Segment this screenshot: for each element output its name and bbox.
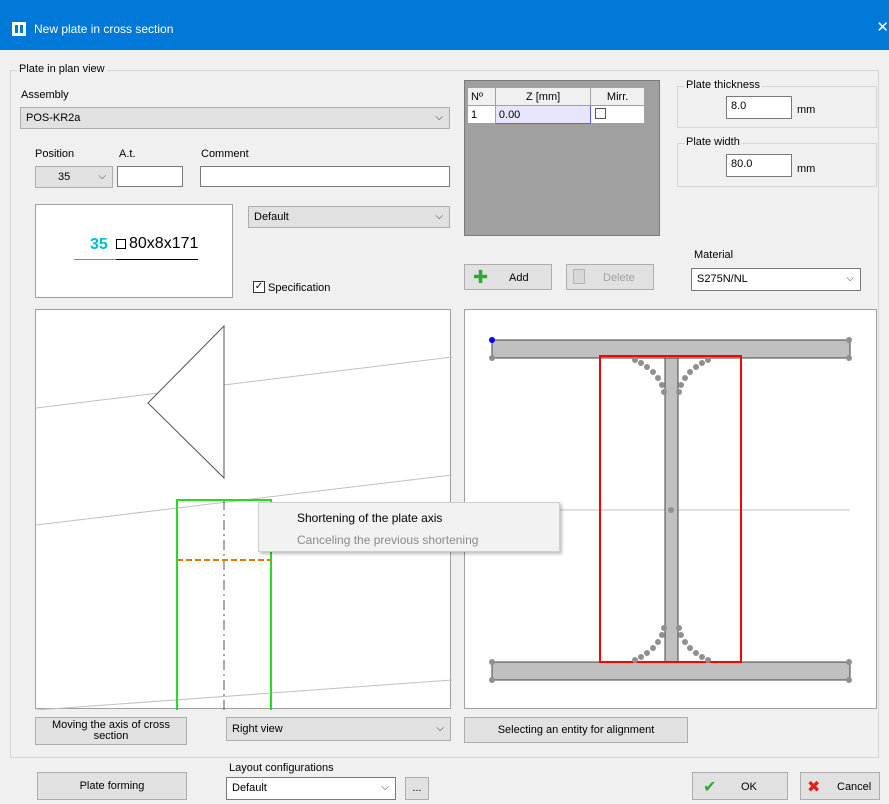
window-title: New plate in cross section bbox=[34, 22, 174, 36]
style-value: Default bbox=[254, 211, 289, 223]
plate-width-legend: Plate width bbox=[684, 136, 742, 148]
chevron-down-icon: ⌵ bbox=[846, 273, 854, 284]
plate-thickness-input[interactable]: 8.0 bbox=[726, 96, 792, 119]
layout-configurations-label: Layout configurations bbox=[229, 762, 334, 774]
checkmark-icon: ✔ bbox=[703, 779, 717, 796]
plate-thickness-legend: Plate thickness bbox=[684, 79, 762, 91]
at-label: A.t. bbox=[119, 148, 136, 160]
view-combo[interactable]: Right view ⌵ bbox=[226, 717, 451, 741]
z-row-number: 1 bbox=[467, 105, 496, 124]
origin-point bbox=[489, 337, 495, 343]
cancel-button-label: Cancel bbox=[837, 781, 872, 793]
title-bar: New plate in cross section ✕ bbox=[0, 0, 889, 50]
style-combo[interactable]: Default ⌵ bbox=[248, 206, 450, 228]
ok-button-label: OK bbox=[741, 781, 757, 793]
plate-symbol-icon bbox=[116, 239, 126, 249]
plate-width-input[interactable]: 80.0 bbox=[726, 154, 792, 177]
view-value: Right view bbox=[232, 723, 283, 735]
position-combo[interactable]: 35 ⌵ bbox=[35, 166, 113, 188]
preview-profile: 80x8x171 bbox=[129, 235, 199, 252]
plate-forming-button[interactable]: Plate forming bbox=[37, 772, 187, 800]
mirror-cell[interactable] bbox=[590, 105, 645, 124]
plate-in-plan-view-legend: Plate in plan view bbox=[17, 63, 107, 75]
specification-label: Specification bbox=[268, 282, 331, 294]
add-button-label: Add bbox=[509, 272, 529, 284]
selecting-entity-button[interactable]: Selecting an entity for alignment bbox=[464, 717, 688, 743]
z-table-header: Nº bbox=[467, 87, 496, 106]
moving-axis-button[interactable]: Moving the axis of cross section bbox=[35, 717, 187, 745]
close-icon[interactable]: ✕ bbox=[875, 18, 889, 36]
app-icon bbox=[12, 22, 26, 36]
layout-configurations-combo[interactable]: Default ⌵ bbox=[226, 777, 396, 800]
delete-button-label: Delete bbox=[603, 272, 635, 284]
z-table: Nº Z [mm] Mirr. 1 0.00 bbox=[467, 87, 645, 124]
mirror-checkbox[interactable] bbox=[595, 107, 607, 119]
chevron-down-icon: ⌵ bbox=[435, 112, 443, 123]
at-input[interactable] bbox=[117, 166, 183, 187]
material-value: S275N/NL bbox=[697, 273, 748, 285]
position-label: Position bbox=[35, 148, 75, 160]
plate-thickness-unit: mm bbox=[797, 104, 816, 116]
specification-checkbox[interactable]: ✓ bbox=[253, 281, 265, 293]
preview-underline bbox=[74, 259, 116, 260]
z-table-area: Nº Z [mm] Mirr. 1 0.00 bbox=[464, 80, 660, 236]
assembly-label: Assembly bbox=[21, 89, 69, 101]
delete-button[interactable]: Delete bbox=[566, 264, 654, 290]
position-value: 35 bbox=[58, 171, 71, 183]
cancel-button[interactable]: ✖ Cancel bbox=[800, 772, 880, 800]
red-x-icon: ✖ bbox=[807, 779, 821, 796]
assembly-combo[interactable]: POS-KR2a ⌵ bbox=[20, 107, 450, 129]
material-combo[interactable]: S275N/NL ⌵ bbox=[691, 268, 861, 291]
bottom-flange bbox=[491, 661, 851, 681]
beam-edge-line bbox=[35, 356, 453, 409]
layout-configurations-value: Default bbox=[232, 782, 267, 794]
chevron-down-icon: ⌵ bbox=[435, 211, 443, 222]
chevron-down-icon: ⌵ bbox=[436, 723, 444, 734]
z-table-header: Mirr. bbox=[590, 87, 645, 106]
comment-label: Comment bbox=[201, 148, 249, 160]
assembly-value: POS-KR2a bbox=[26, 112, 81, 124]
trash-icon bbox=[573, 269, 585, 284]
z-value-cell[interactable]: 0.00 bbox=[494, 105, 592, 124]
plus-icon: ✚ bbox=[473, 267, 489, 287]
preview-number: 35 bbox=[90, 236, 108, 253]
plate-width-unit: mm bbox=[797, 163, 816, 175]
add-button[interactable]: ✚ Add bbox=[464, 264, 552, 290]
mark-preview: 35 80x8x171 bbox=[35, 204, 233, 298]
menu-item-cancel-shortening[interactable]: Canceling the previous shortening bbox=[297, 533, 478, 547]
menu-item-shortening[interactable]: Shortening of the plate axis bbox=[297, 511, 442, 525]
triangle-marker bbox=[147, 324, 225, 480]
context-menu: Shortening of the plate axis Canceling t… bbox=[258, 502, 560, 552]
beam-edge-line bbox=[35, 679, 453, 711]
z-table-header: Z [mm] bbox=[494, 87, 592, 106]
material-label: Material bbox=[694, 249, 734, 261]
chevron-down-icon: ⌵ bbox=[381, 782, 389, 793]
preview-underline bbox=[116, 259, 198, 260]
chevron-down-icon: ⌵ bbox=[98, 171, 106, 182]
comment-input[interactable] bbox=[200, 166, 450, 187]
layout-more-button[interactable]: ... bbox=[405, 777, 429, 800]
ok-button[interactable]: ✔ OK bbox=[692, 772, 788, 800]
